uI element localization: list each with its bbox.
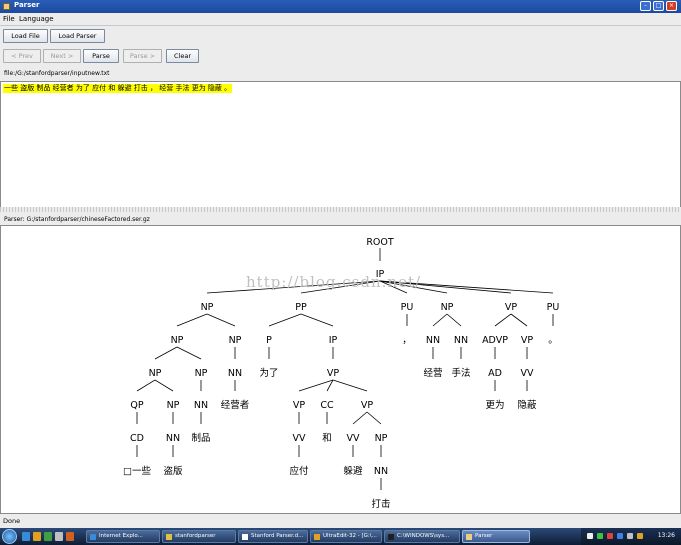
taskbar-clock[interactable]: 13:26: [658, 532, 675, 539]
tree-node: NN: [166, 433, 180, 444]
tree-node: ADVP: [482, 335, 508, 346]
tree-node: VP: [327, 368, 339, 379]
tree-leaf: 躲避: [343, 465, 363, 477]
menu-bar: File Language: [0, 13, 681, 26]
tree-node: VP: [293, 400, 305, 411]
next-button[interactable]: Next >: [43, 49, 81, 63]
app-quicklaunch-icon[interactable]: [44, 532, 52, 541]
tree-node: PP: [295, 302, 307, 313]
parse-next-button[interactable]: Parse >: [123, 49, 162, 63]
taskbar-item[interactable]: stanfordparser: [162, 530, 236, 543]
tree-leaf: 隐蔽: [517, 399, 537, 411]
tree-node: NN: [374, 466, 388, 477]
minimize-button[interactable]: –: [640, 1, 651, 11]
highlighted-sentence[interactable]: 一些 盗版 制品 经营者 为了 应付 和 躲避 打击 ， 经营 手法 更为 隐蔽…: [3, 84, 233, 93]
tree-node: VV: [293, 433, 306, 444]
start-button[interactable]: [2, 529, 17, 544]
menu-file[interactable]: File: [3, 15, 15, 23]
tree-leaf: 打击: [371, 498, 390, 510]
tree-leaf: 。: [548, 335, 558, 346]
tree-node: VP: [361, 400, 373, 411]
parse-button[interactable]: Parse: [83, 49, 119, 63]
tree-node: VP: [521, 335, 533, 346]
title-bar: Parser – □ ×: [0, 0, 681, 13]
tree-node: CD: [130, 433, 144, 444]
tree-node: NP: [167, 400, 180, 411]
file-path-label: file:/G:/stanfordparser/inputnew.txt: [4, 70, 110, 77]
app-quicklaunch-icon[interactable]: [55, 532, 63, 541]
tree-leaf: 应付: [289, 465, 309, 477]
input-text-area[interactable]: 一些 盗版 制品 经营者 为了 应付 和 躲避 打击 ， 经营 手法 更为 隐蔽…: [0, 81, 681, 208]
tree-node: NN: [228, 368, 242, 379]
tree-node: NN: [426, 335, 440, 346]
clear-button[interactable]: Clear: [166, 49, 199, 63]
system-tray: 13:26: [581, 528, 681, 545]
taskbar-item[interactable]: Stanford Parser.d...: [238, 530, 308, 543]
java-app-icon: [3, 3, 10, 10]
tree-node: IP: [329, 335, 338, 346]
tree-node: NP: [201, 302, 214, 313]
ie-quicklaunch-icon[interactable]: [22, 532, 30, 541]
tree-node: PU: [547, 302, 560, 313]
menu-language[interactable]: Language: [19, 15, 54, 23]
tray-icon[interactable]: [627, 533, 633, 539]
tree-leaf: ，: [402, 335, 412, 346]
tree-node: PU: [401, 302, 414, 313]
tree-leaf: 经营: [423, 367, 442, 379]
taskbar-item-active[interactable]: Parser: [462, 530, 530, 543]
taskbar-item[interactable]: C:\WINDOWS\sys...: [384, 530, 460, 543]
tray-icon[interactable]: [637, 533, 643, 539]
tree-node: P: [266, 335, 272, 346]
parse-tree-panel: ROOT IP NP PP PU NP VP PU NP NP P IP ， N…: [0, 225, 681, 514]
windows-taskbar: Internet Explo... stanfordparser Stanfor…: [0, 528, 681, 545]
folder-quicklaunch-icon[interactable]: [33, 532, 41, 541]
tray-icon[interactable]: [587, 533, 593, 539]
taskbar-item[interactable]: UltraEdit-32 - [G:\...: [310, 530, 382, 543]
split-pane-divider[interactable]: [0, 207, 681, 212]
load-parser-button[interactable]: Load Parser: [50, 29, 105, 43]
tree-node: VV: [347, 433, 360, 444]
tree-node: AD: [488, 368, 502, 379]
tree-node: NP: [149, 368, 162, 379]
tree-leaf: □一些: [123, 465, 151, 477]
tree-node: VV: [521, 368, 534, 379]
tree-leaf: 更为: [485, 399, 504, 411]
tree-leaf: 手法: [451, 367, 470, 379]
tree-node: NP: [229, 335, 242, 346]
tree-node: NP: [195, 368, 208, 379]
status-bar: Done: [0, 513, 681, 528]
tray-icon[interactable]: [607, 533, 613, 539]
maximize-button[interactable]: □: [653, 1, 664, 11]
tree-leaf: 盗版: [163, 465, 183, 477]
parse-tree: ROOT IP NP PP PU NP VP PU NP NP P IP ， N…: [123, 237, 560, 510]
tree-node: NN: [194, 400, 208, 411]
tray-icon[interactable]: [617, 533, 623, 539]
close-button[interactable]: ×: [666, 1, 677, 11]
parser-path-label: Parser: G:/stanfordparser/chineseFactore…: [4, 216, 150, 223]
taskbar-item[interactable]: Internet Explo...: [86, 530, 160, 543]
tree-leaf: 经营者: [221, 399, 250, 411]
tree-node: NN: [454, 335, 468, 346]
status-text: Done: [3, 517, 21, 525]
tree-node: NP: [171, 335, 184, 346]
load-file-button[interactable]: Load File: [3, 29, 48, 43]
tree-leaf: 为了: [259, 367, 278, 379]
watermark-text: http://blog.csdn.net/: [246, 273, 422, 291]
tree-leaf: 和: [322, 433, 332, 444]
window-title: Parser: [14, 1, 40, 9]
tree-node: NP: [441, 302, 454, 313]
tree-leaf: 制品: [191, 432, 210, 444]
prev-button[interactable]: < Prev: [3, 49, 41, 63]
app-quicklaunch-icon[interactable]: [66, 532, 74, 541]
tree-node: NP: [375, 433, 388, 444]
tree-node: CC: [320, 400, 334, 411]
tray-icon[interactable]: [597, 533, 603, 539]
tree-node: QP: [130, 400, 143, 411]
tree-node: ROOT: [366, 237, 394, 248]
tree-node: VP: [505, 302, 517, 313]
